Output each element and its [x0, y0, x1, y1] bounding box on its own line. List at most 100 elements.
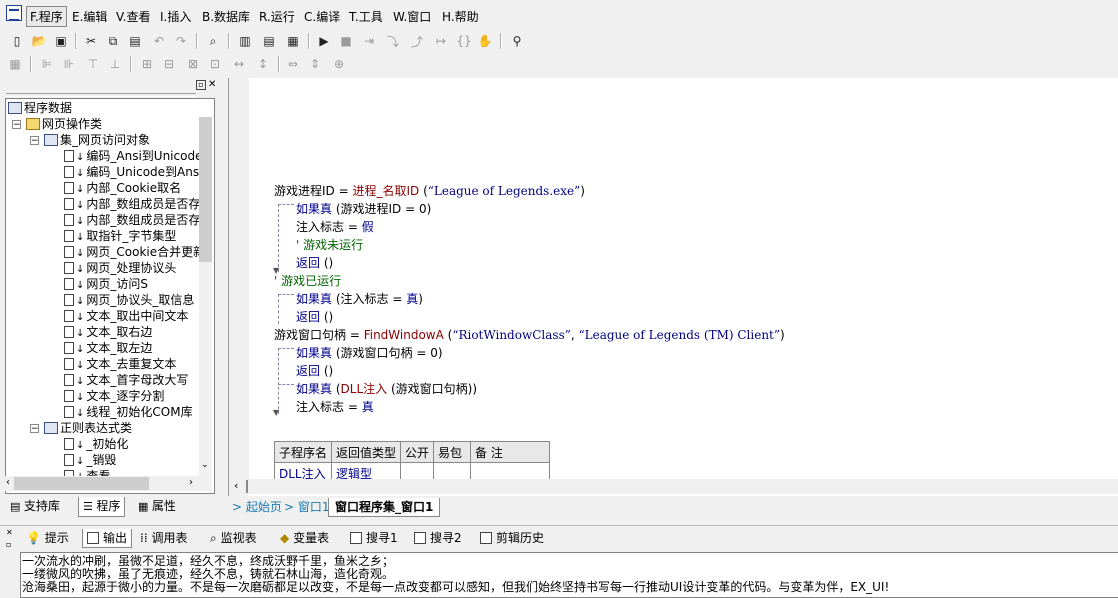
tree-item[interactable]: ↓ 文本_取左边	[64, 340, 152, 356]
tab-program[interactable]: ☰ 程序	[78, 497, 126, 517]
tree-vertical-scroll-thumb[interactable]	[199, 117, 212, 262]
code-line-12[interactable]: 如果真 (DLL注入 (游戏窗口句柄))	[296, 381, 477, 397]
paste-icon[interactable]: ▤	[126, 32, 144, 50]
new-file-icon[interactable]: ▯	[8, 32, 26, 50]
tab-watch[interactable]: ⌕ 监视表	[210, 529, 257, 547]
hand-icon[interactable]: ✋	[476, 32, 494, 50]
tree-item[interactable]: ↓ 取指针_字节集型	[64, 228, 176, 244]
layout-bottom-icon[interactable]: ▤	[260, 32, 278, 50]
panel-restore-icon[interactable]: ▫	[196, 80, 206, 90]
fit-height-icon[interactable]: ⇕	[306, 55, 324, 73]
tab-search1[interactable]: 搜寻1	[350, 529, 398, 547]
run-to-cursor-icon[interactable]: ↦	[432, 32, 450, 50]
same-width-icon[interactable]: ⊠	[184, 55, 202, 73]
tree-item[interactable]: ↓ 文本_去重复文本	[64, 356, 176, 372]
code-line-11[interactable]: 返回 ()	[296, 363, 333, 379]
tab-window-assembly[interactable]: 窗口程序集_窗口1	[328, 498, 441, 517]
tree-item[interactable]: ↓ 网页_协议头_取信息	[64, 292, 194, 308]
menu-view[interactable]: V.查看	[116, 8, 150, 25]
find-icon[interactable]: ⌕	[204, 32, 222, 50]
code-line-1[interactable]: 游戏进程ID = 进程_名取ID (“League of Legends.exe…	[274, 183, 585, 199]
menu-compile[interactable]: C.编译	[304, 8, 340, 25]
menu-edit[interactable]: E.编辑	[72, 8, 107, 25]
code-line-10[interactable]: 如果真 (游戏窗口句柄 = 0)	[296, 345, 443, 361]
code-line-2[interactable]: 如果真 (游戏进程ID = 0)	[296, 201, 431, 217]
tree-item[interactable]: ↓ 线程_初始化COM库	[64, 404, 193, 420]
layout-full-icon[interactable]: ▦	[284, 32, 302, 50]
tree-item[interactable]: ↓ 编码_Unicode到Ansi	[64, 164, 202, 180]
tab-hint[interactable]: 💡 提示	[26, 529, 69, 547]
app-icon[interactable]	[6, 5, 22, 21]
tree-item[interactable]: ↓ 内部_数组成员是否存	[64, 196, 200, 212]
tab-output[interactable]: 输出	[82, 529, 133, 548]
stop-icon[interactable]: ■	[337, 32, 355, 50]
menu-window[interactable]: W.窗口	[393, 8, 431, 25]
menu-program[interactable]: F.程序	[26, 6, 67, 27]
tab-search2[interactable]: 搜寻2	[414, 529, 462, 547]
editor-horizontal-scrollbar[interactable]	[230, 479, 1118, 494]
redo-icon[interactable]: ↷	[172, 32, 190, 50]
fit-size-icon[interactable]: ⊕	[330, 55, 348, 73]
editor-scroll-left-icon[interactable]: ‹	[234, 479, 238, 492]
code-line-9[interactable]: 游戏窗口句柄 = FindWindowA (“RiotWindowClass”,…	[274, 327, 785, 343]
braces-icon[interactable]: {}	[455, 32, 473, 50]
tree-item[interactable]: ↓ 文本_首字母改大写	[64, 372, 188, 388]
space-vertical-icon[interactable]: ↕	[254, 55, 272, 73]
menu-run[interactable]: R.运行	[259, 8, 295, 25]
run-icon[interactable]: ▶	[315, 32, 333, 50]
tree-item[interactable]: 集_网页访问对象	[44, 132, 150, 148]
tab-call-table[interactable]: ⁞⁞ 调用表	[140, 529, 187, 547]
tree-item[interactable]: 网页操作类	[26, 116, 102, 132]
code-line-13[interactable]: 注入标志 = 真	[296, 399, 374, 415]
tree-item[interactable]: ↓ 文本_取出中间文本	[64, 308, 188, 324]
copy-icon[interactable]: ⧉	[104, 32, 122, 50]
tree-collapse-icon[interactable]: −	[30, 136, 39, 146]
align-top-icon[interactable]: ⊤	[84, 55, 102, 73]
code-line-5[interactable]: 返回 ()	[296, 255, 333, 271]
menu-database[interactable]: B.数据库	[202, 8, 250, 25]
menu-help[interactable]: H.帮助	[442, 8, 479, 25]
tree-collapse-icon[interactable]: −	[12, 120, 21, 130]
save-icon[interactable]: ▣	[52, 32, 70, 50]
tree-root[interactable]: 程序数据	[8, 100, 72, 116]
tab-variables[interactable]: ◆ 变量表	[280, 529, 329, 547]
scroll-left-icon[interactable]: ‹	[6, 477, 10, 488]
undo-icon[interactable]: ↶	[150, 32, 168, 50]
code-line-7[interactable]: 如果真 (注入标志 = 真)	[296, 291, 423, 307]
space-horizontal-icon[interactable]: ↔	[230, 55, 248, 73]
tab-clip-history[interactable]: 剪辑历史	[480, 529, 544, 547]
align-left-icon[interactable]: ⊫	[38, 55, 56, 73]
bottom-close-icon[interactable]: ✕	[6, 528, 13, 537]
tab-start-page[interactable]: > 起始页	[232, 498, 282, 516]
menu-tools[interactable]: T.工具	[349, 8, 383, 25]
open-folder-icon[interactable]: 📂	[30, 32, 48, 50]
editor-scroll-thumb[interactable]	[246, 480, 248, 493]
step-into-icon[interactable]: ⤵	[384, 32, 402, 50]
tab-properties[interactable]: ▦ 属性	[134, 497, 180, 516]
tab-window1[interactable]: > 窗口1	[284, 498, 330, 516]
panel-close-icon[interactable]: ✕	[208, 80, 216, 90]
tree-item[interactable]: ↓ 文本_逐字分割	[64, 388, 164, 404]
code-line-3[interactable]: 注入标志 = 假	[296, 219, 374, 235]
scroll-right-icon[interactable]: ›	[189, 477, 193, 488]
code-editor[interactable]	[228, 78, 1118, 496]
grid-icon[interactable]: ▦	[6, 55, 24, 73]
menu-insert[interactable]: I.插入	[160, 8, 191, 25]
tree-item[interactable]: 正则表达式类	[44, 420, 132, 436]
step-over-icon[interactable]: ⇥	[360, 32, 378, 50]
tree-item[interactable]: ↓ 网页_Cookie合并更新	[64, 244, 205, 260]
tree-item[interactable]: ↓ 内部_Cookie取名	[64, 180, 181, 196]
cut-icon[interactable]: ✂	[82, 32, 100, 50]
tree-item[interactable]: ↓ _销毁	[64, 452, 116, 468]
code-line-8[interactable]: 返回 ()	[296, 309, 333, 325]
tree-item[interactable]: ↓ 编码_Ansi到Unicode	[64, 148, 202, 164]
fit-width-icon[interactable]: ⇔	[284, 55, 302, 73]
code-line-4[interactable]: ' 游戏未运行	[296, 237, 363, 253]
align-bottom-icon[interactable]: ⊥	[106, 55, 124, 73]
tree-item[interactable]: ↓ 内部_数组成员是否存	[64, 212, 200, 228]
center-horizontal-icon[interactable]: ⊞	[138, 55, 156, 73]
tree-item[interactable]: ↓ 网页_处理协议头	[64, 260, 176, 276]
code-line-6[interactable]: ' 游戏已运行	[274, 273, 341, 289]
tree-item[interactable]: ↓ 文本_取右边	[64, 324, 152, 340]
bottom-restore-icon[interactable]: ▫	[6, 540, 11, 549]
